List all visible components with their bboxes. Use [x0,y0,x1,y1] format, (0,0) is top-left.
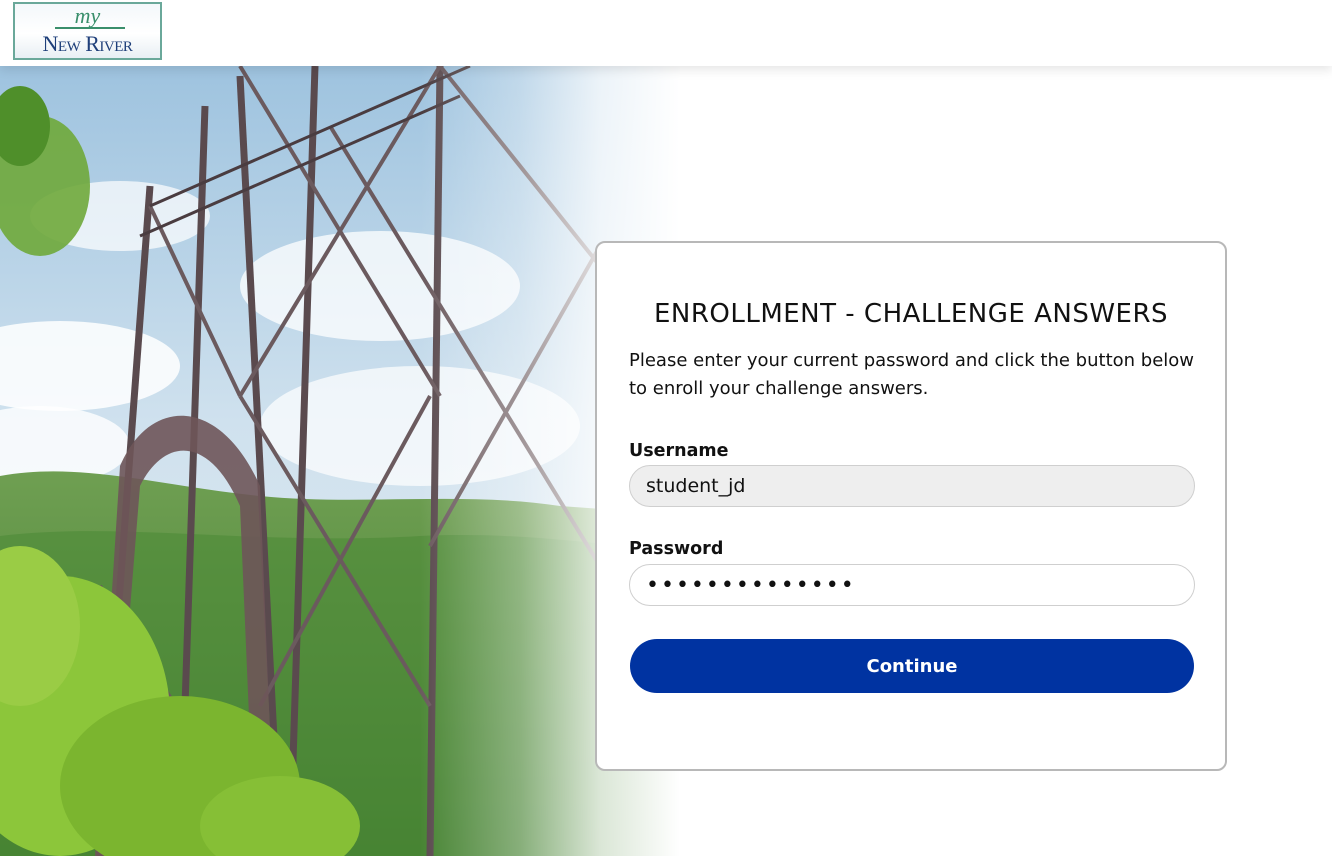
card-title: ENROLLMENT - CHALLENGE ANSWERS [653,299,1169,329]
username-field[interactable] [629,465,1195,507]
username-label: Username [629,441,729,461]
my-new-river-logo[interactable]: my New River [13,2,162,60]
password-label: Password [629,539,724,559]
enrollment-card: ENROLLMENT - CHALLENGE ANSWERS Please en… [595,241,1227,771]
logo-divider [55,27,125,29]
site-header: my New River [0,0,1332,66]
logo-new-river-text: New River [42,31,133,56]
continue-button[interactable]: Continue [630,639,1194,693]
logo-my-text: my [74,3,101,28]
password-field[interactable] [629,564,1195,606]
card-description: Please enter your current password and c… [629,350,1195,399]
